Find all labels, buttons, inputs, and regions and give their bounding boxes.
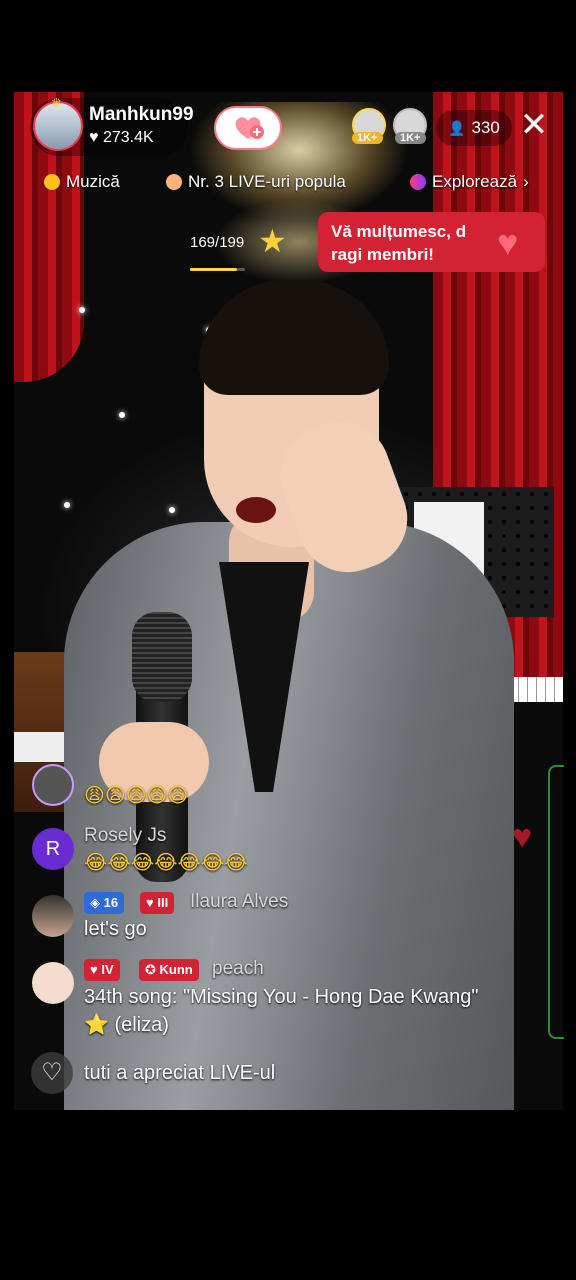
comment-username[interactable]: Ilaura Alves bbox=[190, 891, 288, 913]
close-icon: ✕ bbox=[519, 106, 549, 144]
close-button[interactable]: ✕ bbox=[516, 108, 552, 144]
comment-text: 34th song: "Missing You - Hong Dae Kwang… bbox=[84, 986, 479, 1008]
fan-badge: ♥ III bbox=[140, 892, 175, 914]
chevron-right-icon: › bbox=[523, 172, 529, 191]
viewer-count[interactable]: 👤 330 bbox=[436, 110, 512, 146]
name-badge: ✪ Kunn bbox=[139, 959, 199, 981]
comment-avatar[interactable] bbox=[32, 764, 74, 806]
top-viewer-badge: 1K+ bbox=[395, 132, 426, 144]
heart-gift-icon: ♥ bbox=[497, 222, 519, 263]
heart-outline-icon: ♡ bbox=[41, 1059, 63, 1086]
performer-hair bbox=[199, 280, 389, 395]
sparkle bbox=[64, 502, 70, 508]
fan-badge: ♥ IV bbox=[84, 959, 120, 981]
gift-banner-text: Vă mulțumesc, d ragi membri! bbox=[331, 222, 467, 264]
goal-progress-text: 169/199 bbox=[190, 234, 245, 251]
star-icon[interactable]: ★ bbox=[258, 222, 287, 260]
host-name[interactable]: Manhkun99 bbox=[89, 104, 194, 126]
comment-text: 😩😩😩😩😩 bbox=[84, 785, 189, 807]
level-badge: ◈ 16 bbox=[84, 892, 125, 914]
floating-heart-icon: ♥ bbox=[512, 818, 533, 856]
goal-progress-bar bbox=[190, 268, 245, 271]
comment-text: ⭐ (eliza) bbox=[84, 1014, 169, 1036]
person-icon: 👤 bbox=[448, 120, 466, 136]
sparkle bbox=[79, 307, 85, 313]
sparkle bbox=[169, 507, 175, 513]
category-tag[interactable]: Muzică bbox=[44, 172, 120, 192]
comment-avatar[interactable]: R bbox=[32, 828, 74, 870]
like-notice-text: tuti a apreciat LIVE-ul bbox=[84, 1062, 276, 1084]
comment-avatar[interactable] bbox=[32, 895, 74, 937]
explore-tag[interactable]: Explorează › bbox=[410, 172, 529, 192]
music-icon bbox=[44, 174, 60, 190]
sparkle bbox=[119, 412, 125, 418]
follow-button[interactable] bbox=[214, 106, 282, 150]
comment-username[interactable]: peach bbox=[212, 958, 264, 980]
comment-text: let's go bbox=[84, 918, 147, 940]
ranking-tag[interactable]: Nr. 3 LIVE-uri popula bbox=[166, 172, 346, 192]
like-button[interactable]: ♡ bbox=[31, 1052, 73, 1094]
crown-icon: ♛ bbox=[51, 96, 62, 110]
comment-text: 😂😂😂😂😂😂😂 bbox=[84, 852, 248, 874]
side-panel-handle[interactable] bbox=[548, 765, 564, 1039]
explore-icon bbox=[410, 174, 426, 190]
comment-avatar[interactable] bbox=[32, 962, 74, 1004]
performer-mouth bbox=[236, 497, 276, 523]
host-likes: ♥ 273.4K bbox=[89, 129, 154, 146]
comment-username[interactable]: Rosely Js bbox=[84, 825, 166, 847]
heart-icon: ♥ bbox=[89, 129, 99, 146]
heart-icon bbox=[166, 174, 182, 190]
goal-progress-fill bbox=[190, 268, 237, 271]
heart-plus-icon bbox=[235, 117, 264, 139]
top-viewer-badge: 1K+ bbox=[352, 132, 383, 144]
